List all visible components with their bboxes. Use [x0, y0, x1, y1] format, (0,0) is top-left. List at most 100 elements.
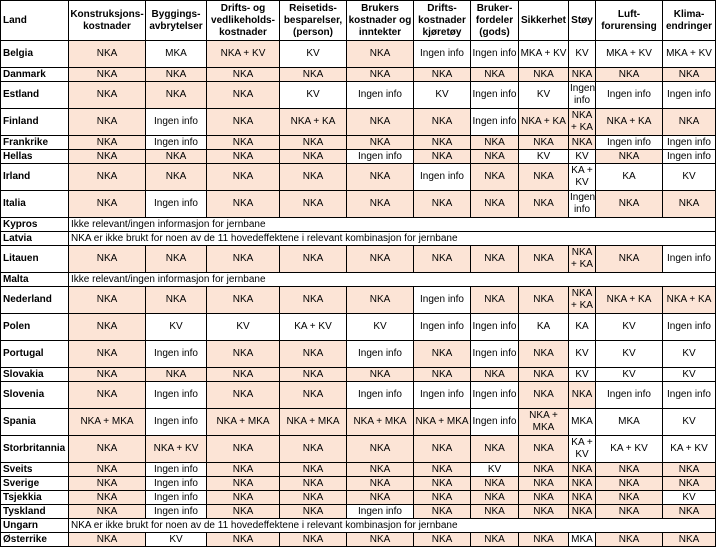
value-cell: NKA	[206, 163, 280, 191]
country-cell: Tyskland	[0, 504, 69, 519]
country-cell: Ungarn	[0, 518, 69, 533]
table-row: Sveits NKA Ingen info NKA NKA NKA NKA KV NKA NKA N…	[0, 462, 716, 477]
value-cell: KA + KV	[568, 435, 596, 463]
note-cell: NKA er ikke brukt for noen av de 11 hove…	[68, 518, 716, 533]
value-cell: NKA	[413, 462, 471, 477]
value-cell: NKA	[470, 135, 519, 150]
value-cell: MKA + KV	[595, 40, 663, 68]
value-cell: KA	[518, 313, 569, 341]
column-header: Land	[0, 0, 69, 41]
value-cell: NKA	[206, 367, 280, 382]
column-header: Drifts- og vedlikeholds-kostnader	[206, 0, 280, 41]
table-row: Slovenia NKA Ingen info NKA NKA Ingen info Ing…	[0, 381, 716, 409]
value-cell: KA	[568, 313, 596, 341]
value-cell: NKA	[279, 532, 347, 547]
value-cell: NKA	[568, 504, 596, 519]
value-cell: KV	[568, 40, 596, 68]
value-cell: NKA	[470, 435, 519, 463]
value-cell: NKA	[68, 190, 146, 218]
value-cell: NKA + MKA	[346, 408, 414, 436]
table-row: Italia NKA Ingen info NKA NKA NKA NKA NKA NKA Ing…	[0, 190, 716, 218]
table-row: Danmark NKA NKA NKA NKA NKA NKA NKA NKA NKA NKA NKA	[0, 67, 716, 82]
value-cell: NKA	[470, 163, 519, 191]
table-row: Portugal NKA Ingen info NKA NKA Ingen info NKA…	[0, 340, 716, 368]
value-cell: MKA	[145, 40, 207, 68]
value-cell: NKA + KV	[206, 40, 280, 68]
value-cell: NKA	[413, 149, 471, 164]
value-cell: MKA	[568, 532, 596, 547]
value-cell: NKA	[68, 149, 146, 164]
value-cell: NKA	[206, 490, 280, 505]
value-cell: KA + KV	[568, 163, 596, 191]
value-cell: NKA	[68, 490, 146, 505]
value-cell: Ingen info	[595, 81, 663, 109]
value-cell: NKA	[206, 476, 280, 491]
table-row: Latvia NKA er ikke brukt for noen av de 1…	[0, 231, 716, 246]
value-cell: Ingen info	[470, 313, 519, 341]
value-cell: KA + KV	[595, 435, 663, 463]
value-cell: KA + KV	[662, 435, 716, 463]
value-cell: KV	[595, 313, 663, 341]
value-cell: KV	[145, 532, 207, 547]
value-cell: NKA + KA	[595, 286, 663, 314]
header-row: Land Konstruksjons-kostnader Byggings-avbr…	[0, 0, 716, 41]
table-row: Nederland NKA NKA NKA NKA NKA Ingen info NKA NKA…	[0, 286, 716, 314]
value-cell: NKA	[568, 67, 596, 82]
value-cell: NKA	[346, 367, 414, 382]
value-cell: Ingen info	[346, 504, 414, 519]
value-cell: Ingen info	[662, 81, 716, 109]
table-row: Finland NKA Ingen info NKA NKA + KA NKA NKA Ing…	[0, 108, 716, 136]
value-cell: NKA	[470, 67, 519, 82]
value-cell: Ingen info	[413, 286, 471, 314]
value-cell: NKA	[413, 245, 471, 273]
value-cell: Ingen info	[595, 381, 663, 409]
value-cell: NKA	[413, 490, 471, 505]
value-cell: NKA	[279, 435, 347, 463]
value-cell: NKA	[470, 476, 519, 491]
table-row: Hellas NKA NKA NKA NKA Ingen info NKA NKA KV KV NK…	[0, 149, 716, 164]
value-cell: NKA	[595, 532, 663, 547]
value-cell: NKA	[206, 286, 280, 314]
value-cell: NKA	[279, 476, 347, 491]
table-row: Frankrike NKA Ingen info NKA NKA NKA NKA NKA NKA…	[0, 135, 716, 150]
value-cell: NKA	[145, 81, 207, 109]
value-cell: NKA	[413, 476, 471, 491]
country-cell: Frankrike	[0, 135, 69, 150]
value-cell: NKA	[279, 286, 347, 314]
value-cell: NKA	[206, 532, 280, 547]
value-cell: NKA	[279, 163, 347, 191]
value-cell: NKA	[413, 504, 471, 519]
country-cell: Sverige	[0, 476, 69, 491]
value-cell: NKA	[68, 40, 146, 68]
value-cell: KV	[145, 313, 207, 341]
value-cell: KV	[662, 490, 716, 505]
value-cell: NKA	[595, 149, 663, 164]
value-cell: NKA + KA	[518, 108, 569, 136]
value-cell: NKA	[518, 476, 569, 491]
value-cell: NKA	[206, 149, 280, 164]
value-cell: NKA	[595, 504, 663, 519]
value-cell: NKA	[595, 462, 663, 477]
value-cell: NKA + KA	[568, 286, 596, 314]
value-cell: NKA + MKA	[413, 408, 471, 436]
value-cell: NKA + KA	[568, 245, 596, 273]
value-cell: NKA	[346, 67, 414, 82]
value-cell: NKA	[413, 532, 471, 547]
value-cell: NKA	[279, 462, 347, 477]
value-cell: KV	[662, 408, 716, 436]
value-cell: Ingen info	[470, 381, 519, 409]
value-cell: KA + KV	[279, 313, 347, 341]
value-cell: KV	[279, 40, 347, 68]
value-cell: Ingen info	[145, 462, 207, 477]
table-row: Østerrike NKA KV NKA NKA NKA NKA NKA NKA MKA NKA NK…	[0, 532, 716, 547]
value-cell: NKA	[206, 381, 280, 409]
value-cell: KV	[595, 367, 663, 382]
value-cell: NKA + MKA	[68, 408, 146, 436]
column-header: Klima-endringer	[662, 0, 716, 41]
value-cell: NKA + KV	[145, 435, 207, 463]
value-cell: Ingen info	[662, 245, 716, 273]
value-cell: NKA	[568, 462, 596, 477]
value-cell: NKA	[413, 135, 471, 150]
table-row: Polen NKA KV KV KA + KV KV Ingen info Ingen inf…	[0, 313, 716, 341]
value-cell: NKA	[470, 190, 519, 218]
